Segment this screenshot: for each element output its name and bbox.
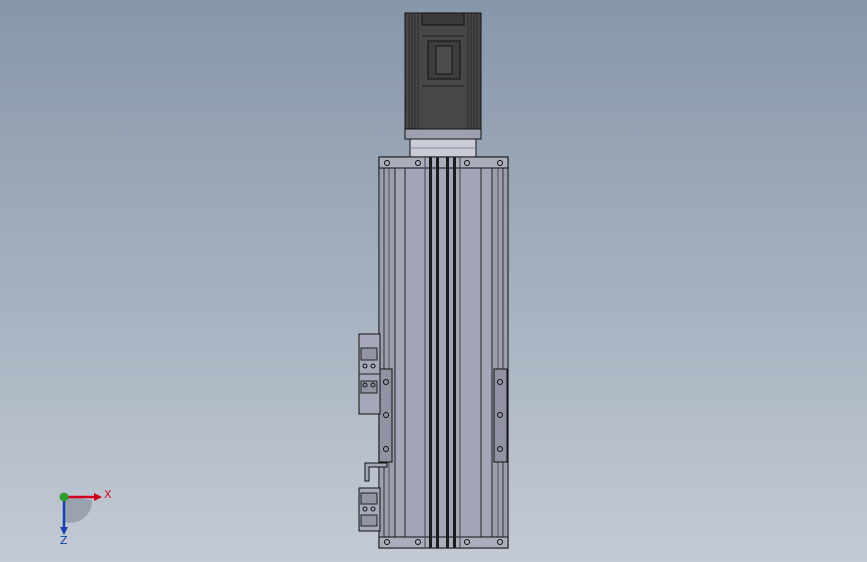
sensor-window bbox=[360, 380, 378, 394]
graphics-viewport[interactable]: X Z bbox=[0, 0, 867, 562]
upper-sensor-block[interactable] bbox=[358, 333, 381, 415]
right-carriage-bracket[interactable] bbox=[493, 368, 508, 463]
bottom-end-cap bbox=[378, 536, 509, 549]
triad-shadow bbox=[64, 496, 93, 523]
left-rail bbox=[378, 167, 396, 539]
left-carriage-bracket[interactable] bbox=[378, 368, 393, 463]
linear-actuator-model[interactable] bbox=[0, 0, 867, 562]
left-bracket-plate bbox=[378, 368, 393, 463]
right-bracket-plate bbox=[493, 368, 508, 463]
motor-connector-inner bbox=[435, 45, 453, 75]
motor-top-cap bbox=[421, 12, 465, 26]
y-axis-dot bbox=[59, 492, 69, 502]
adapter-plate bbox=[404, 128, 482, 140]
x-axis-label: X bbox=[104, 488, 112, 501]
orientation-triad: X Z bbox=[48, 482, 118, 547]
servo-motor[interactable] bbox=[404, 12, 482, 132]
top-end-cap bbox=[378, 156, 509, 169]
body-outline bbox=[378, 156, 509, 549]
sensor-window bbox=[360, 347, 378, 361]
z-axis-label: Z bbox=[60, 534, 68, 546]
x-axis-arrowhead bbox=[94, 493, 102, 501]
lower-sensor-block[interactable] bbox=[358, 487, 381, 532]
motor-adapter-flange[interactable] bbox=[404, 128, 482, 158]
actuator-body[interactable] bbox=[378, 156, 509, 549]
right-rail bbox=[491, 167, 509, 539]
sensor-window bbox=[360, 514, 378, 527]
sensor-window bbox=[360, 492, 378, 505]
